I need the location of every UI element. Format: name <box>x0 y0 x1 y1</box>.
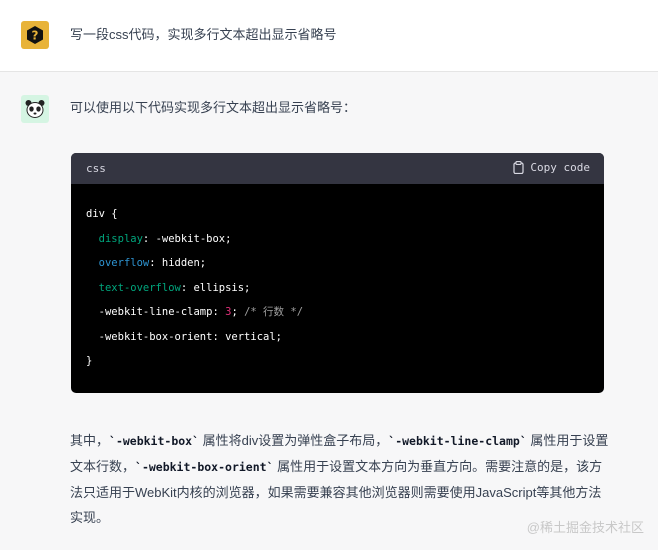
inline-code: `-webkit-box-orient` <box>135 460 274 474</box>
code-block-header: css Copy code <box>71 153 604 184</box>
code-body: div { display: -webkit-box; overflow: hi… <box>71 184 604 392</box>
user-message-row: ? 写一段css代码，实现多行文本超出显示省略号 <box>0 0 658 72</box>
question-mark-icon: ? <box>27 26 43 44</box>
code-text: } <box>86 355 93 367</box>
user-message-text: 写一段css代码，实现多行文本超出显示省略号 <box>70 27 337 42</box>
assistant-avatar <box>21 95 49 123</box>
watermark: @稀土掘金技术社区 <box>526 520 644 535</box>
copy-code-label: Copy code <box>530 161 590 174</box>
copy-code-button[interactable]: Copy code <box>513 161 590 174</box>
code-line: overflow: hidden; <box>86 251 589 276</box>
css-property: overflow <box>98 257 150 269</box>
user-avatar: ? <box>21 21 49 49</box>
svg-text:?: ? <box>32 29 39 43</box>
code-comment: /* 行数 */ <box>244 306 304 318</box>
clipboard-icon <box>513 161 524 174</box>
code-block: css Copy code div { display: -webkit-box… <box>71 153 604 393</box>
code-text: div { <box>86 208 118 220</box>
css-property: text-overflow <box>98 281 181 294</box>
css-value: : hidden; <box>149 257 207 269</box>
assistant-summary-paragraph: 其中，`-webkit-box` 属性将div设置为弹性盒子布局，`-webki… <box>70 428 610 530</box>
code-language-label: css <box>86 162 106 175</box>
code-punctuation: ; <box>231 306 245 318</box>
code-punctuation: : <box>212 306 226 318</box>
code-line: -webkit-box-orient: vertical; <box>86 325 589 350</box>
summary-text: 其中， <box>70 433 110 448</box>
css-value: : ellipsis; <box>180 281 251 294</box>
css-value: : -webkit-box; <box>142 232 232 245</box>
inline-code: `-webkit-line-clamp` <box>388 434 527 448</box>
code-text: -webkit-box-orient: vertical; <box>98 330 282 343</box>
code-line: -webkit-line-clamp: 3; /* 行数 */ <box>86 300 589 325</box>
inline-code: `-webkit-box` <box>109 434 200 448</box>
panda-icon <box>25 100 45 118</box>
code-line: text-overflow: ellipsis; <box>86 276 589 301</box>
code-line: div { <box>86 202 589 227</box>
code-line: } <box>86 349 589 374</box>
css-property: -webkit-line-clamp <box>98 306 213 318</box>
code-line: display: -webkit-box; <box>86 227 589 252</box>
assistant-intro-text: 可以使用以下代码实现多行文本超出显示省略号： <box>70 100 357 115</box>
summary-text: 属性将div设置为弹性盒子布局， <box>199 433 389 448</box>
css-property: display <box>98 232 143 245</box>
